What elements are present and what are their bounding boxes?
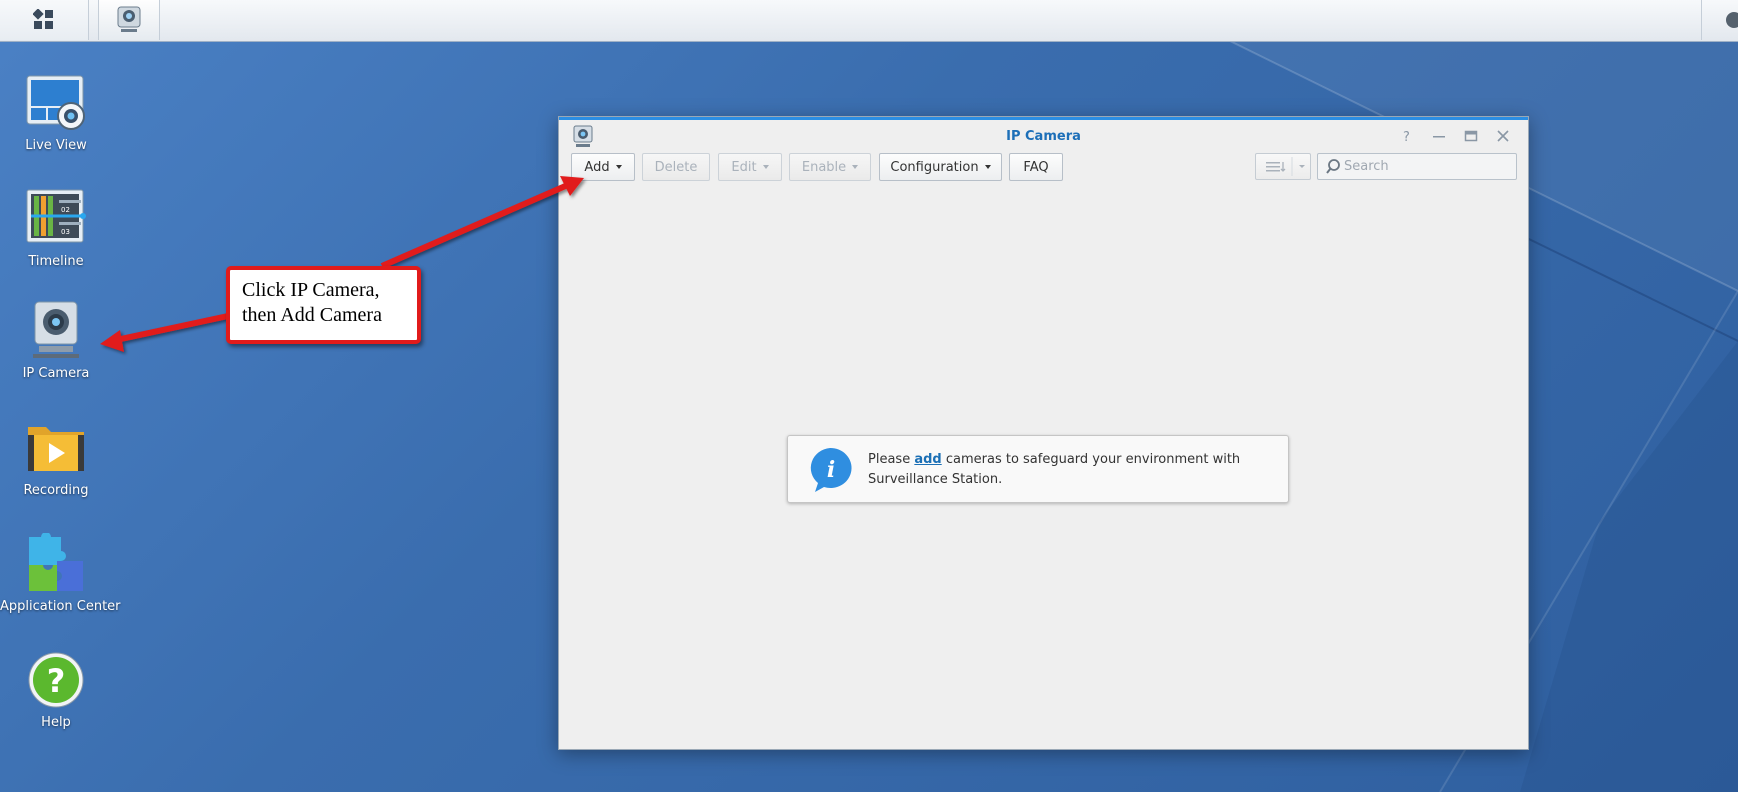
desktop-icon-label: Recording (23, 483, 89, 498)
window-maximize-button[interactable] (1459, 125, 1483, 147)
notification-area[interactable] (1701, 0, 1738, 40)
search-box[interactable] (1317, 153, 1517, 180)
taskbar (0, 0, 1738, 42)
help-icon: ? (25, 649, 87, 711)
chat-icon (1726, 12, 1738, 28)
window-accent-bar (559, 117, 1528, 120)
annotation-line-1: Click IP Camera, (242, 279, 380, 301)
configuration-button-label: Configuration (890, 159, 979, 175)
ip-camera-window: IP Camera ? Add Delete Edit Enable Confi… (558, 116, 1529, 750)
grid-icon (33, 9, 53, 29)
desktop-icon-label: Live View (25, 138, 87, 153)
window-title: IP Camera (1006, 129, 1081, 144)
desktop-icon-help[interactable]: ? Help (0, 649, 112, 730)
window-close-button[interactable] (1491, 125, 1515, 147)
svg-text:?: ? (1403, 130, 1410, 143)
close-icon (1497, 130, 1509, 142)
empty-state-text: Please add cameras to safeguard your env… (868, 450, 1268, 490)
chevron-down-icon (852, 165, 859, 169)
chevron-down-icon (615, 165, 622, 169)
info-icon: i (810, 447, 852, 492)
ip-camera-icon (117, 6, 141, 32)
window-minimize-button[interactable] (1427, 125, 1451, 147)
main-menu-button[interactable] (0, 0, 89, 40)
desktop-icon-ip-camera[interactable]: IP Camera (0, 300, 112, 381)
taskbar-ip-camera-button[interactable] (98, 0, 160, 40)
maximize-icon (1464, 130, 1478, 142)
desktop-icon-live-view[interactable]: Live View (0, 72, 112, 153)
sort-button[interactable] (1255, 153, 1311, 180)
enable-button[interactable]: Enable (789, 153, 871, 181)
chevron-down-icon (762, 165, 769, 169)
annotation-text: Click IP Camera, then Add Camera (242, 278, 417, 328)
chevron-down-icon (984, 165, 991, 169)
edit-button[interactable]: Edit (718, 153, 782, 181)
recording-folder-icon (25, 417, 87, 479)
desktop-icon-recording[interactable]: Recording (0, 417, 112, 498)
timeline-marker-02: 02 (61, 206, 70, 214)
annotation-line-2: then Add Camera (242, 304, 382, 326)
desktop-icon-label: Application Center (0, 599, 121, 614)
desktop-icon-label: IP Camera (22, 366, 90, 381)
add-button-label: Add (584, 159, 610, 175)
configuration-button[interactable]: Configuration (879, 153, 1002, 181)
edit-button-label: Edit (731, 159, 757, 175)
svg-text:i: i (827, 457, 835, 483)
empty-text-before: Please (868, 452, 915, 467)
svg-text:?: ? (47, 662, 66, 700)
add-button[interactable]: Add (571, 153, 635, 181)
faq-button-label: FAQ (1023, 159, 1049, 175)
search-icon (1326, 159, 1340, 174)
desktop-icon-label: Timeline (28, 254, 84, 269)
desktop-icon-timeline[interactable]: 02 03 Timeline (0, 188, 112, 269)
annotation-callout: Click IP Camera, then Add Camera (226, 266, 421, 344)
delete-button-label: Delete (654, 159, 698, 175)
empty-state-message: i Please add cameras to safeguard your e… (787, 435, 1289, 503)
search-input[interactable] (1344, 156, 1512, 177)
timeline-marker-03: 03 (61, 228, 70, 236)
help-icon: ? (1403, 130, 1410, 143)
puzzle-icon (25, 532, 87, 595)
enable-button-label: Enable (801, 159, 847, 175)
delete-button[interactable]: Delete (642, 153, 710, 181)
timeline-icon: 02 03 (25, 188, 87, 250)
desktop-icon-application-center[interactable]: Application Center (0, 532, 121, 614)
add-camera-link[interactable]: add (914, 452, 941, 467)
sort-list-icon (1266, 157, 1305, 176)
faq-button[interactable]: FAQ (1009, 153, 1063, 181)
minimize-icon (1433, 136, 1445, 138)
ip-camera-icon (25, 300, 87, 362)
live-view-icon (25, 72, 87, 134)
desktop-icon-label: Help (41, 715, 71, 730)
window-help-button[interactable]: ? (1395, 125, 1419, 147)
